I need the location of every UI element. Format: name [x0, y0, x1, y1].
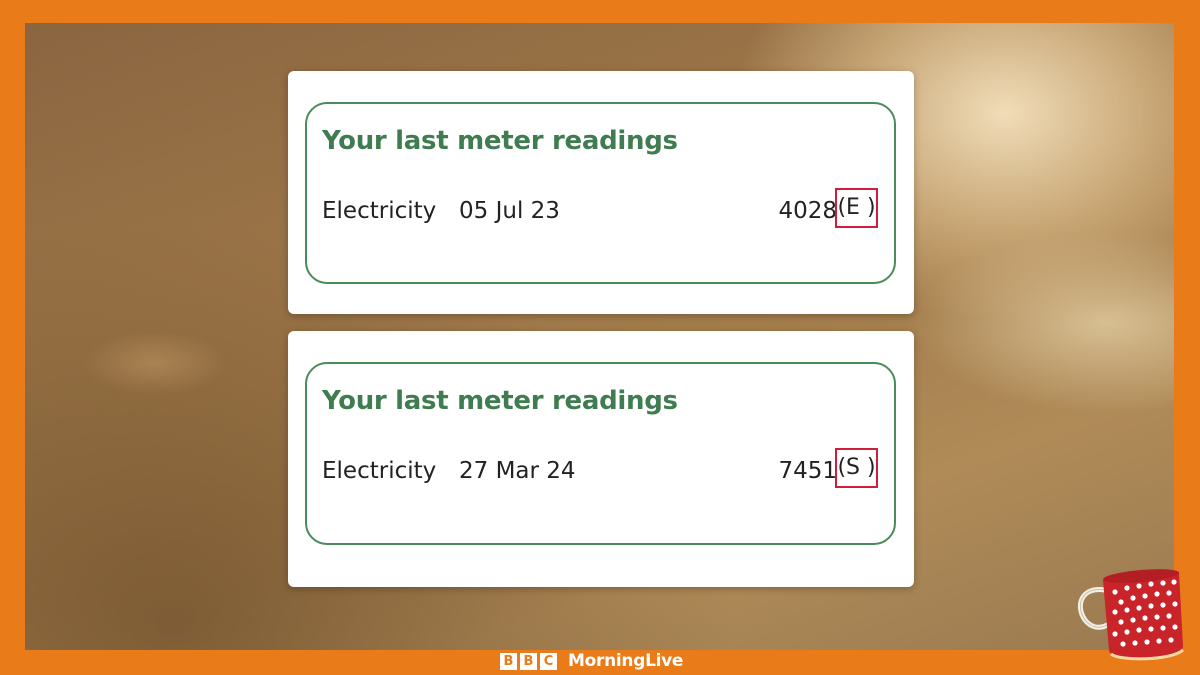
bbc-logo-block: C	[540, 652, 557, 670]
meter-reading-panel: Your last meter readings Electricity 27 …	[305, 362, 896, 545]
meter-type: Electricity	[322, 198, 437, 224]
reading-value: 7451	[778, 458, 837, 484]
reading-value: 4028	[778, 198, 837, 224]
meter-reading-panel: Your last meter readings Electricity 05 …	[305, 102, 896, 284]
meter-reading-row: Electricity 05 Jul 23 4028 (E )	[322, 188, 886, 228]
meter-reading-card-2: Your last meter readings Electricity 27 …	[288, 331, 914, 587]
meter-reading-row: Electricity 27 Mar 24 7451 (S )	[322, 448, 886, 488]
panel-title: Your last meter readings	[322, 126, 678, 156]
broadcast-frame: Your last meter readings Electricity 05 …	[0, 0, 1200, 675]
reading-type-flag-highlight: (E )	[835, 188, 878, 228]
bbc-logo-block: B	[500, 652, 517, 670]
meter-reading-card-1: Your last meter readings Electricity 05 …	[288, 71, 914, 314]
bbc-logo-block: B	[520, 652, 537, 670]
bbc-morning-live-logo: B B C MorningLive	[500, 651, 684, 671]
meter-type: Electricity	[322, 458, 437, 484]
reading-type-flag-highlight: (S )	[835, 448, 878, 488]
polka-dot-mug-icon	[1078, 569, 1185, 661]
reading-date: 27 Mar 24	[459, 458, 576, 484]
panel-title: Your last meter readings	[322, 386, 678, 416]
reading-date: 05 Jul 23	[459, 198, 560, 224]
show-name: MorningLive	[568, 651, 684, 671]
